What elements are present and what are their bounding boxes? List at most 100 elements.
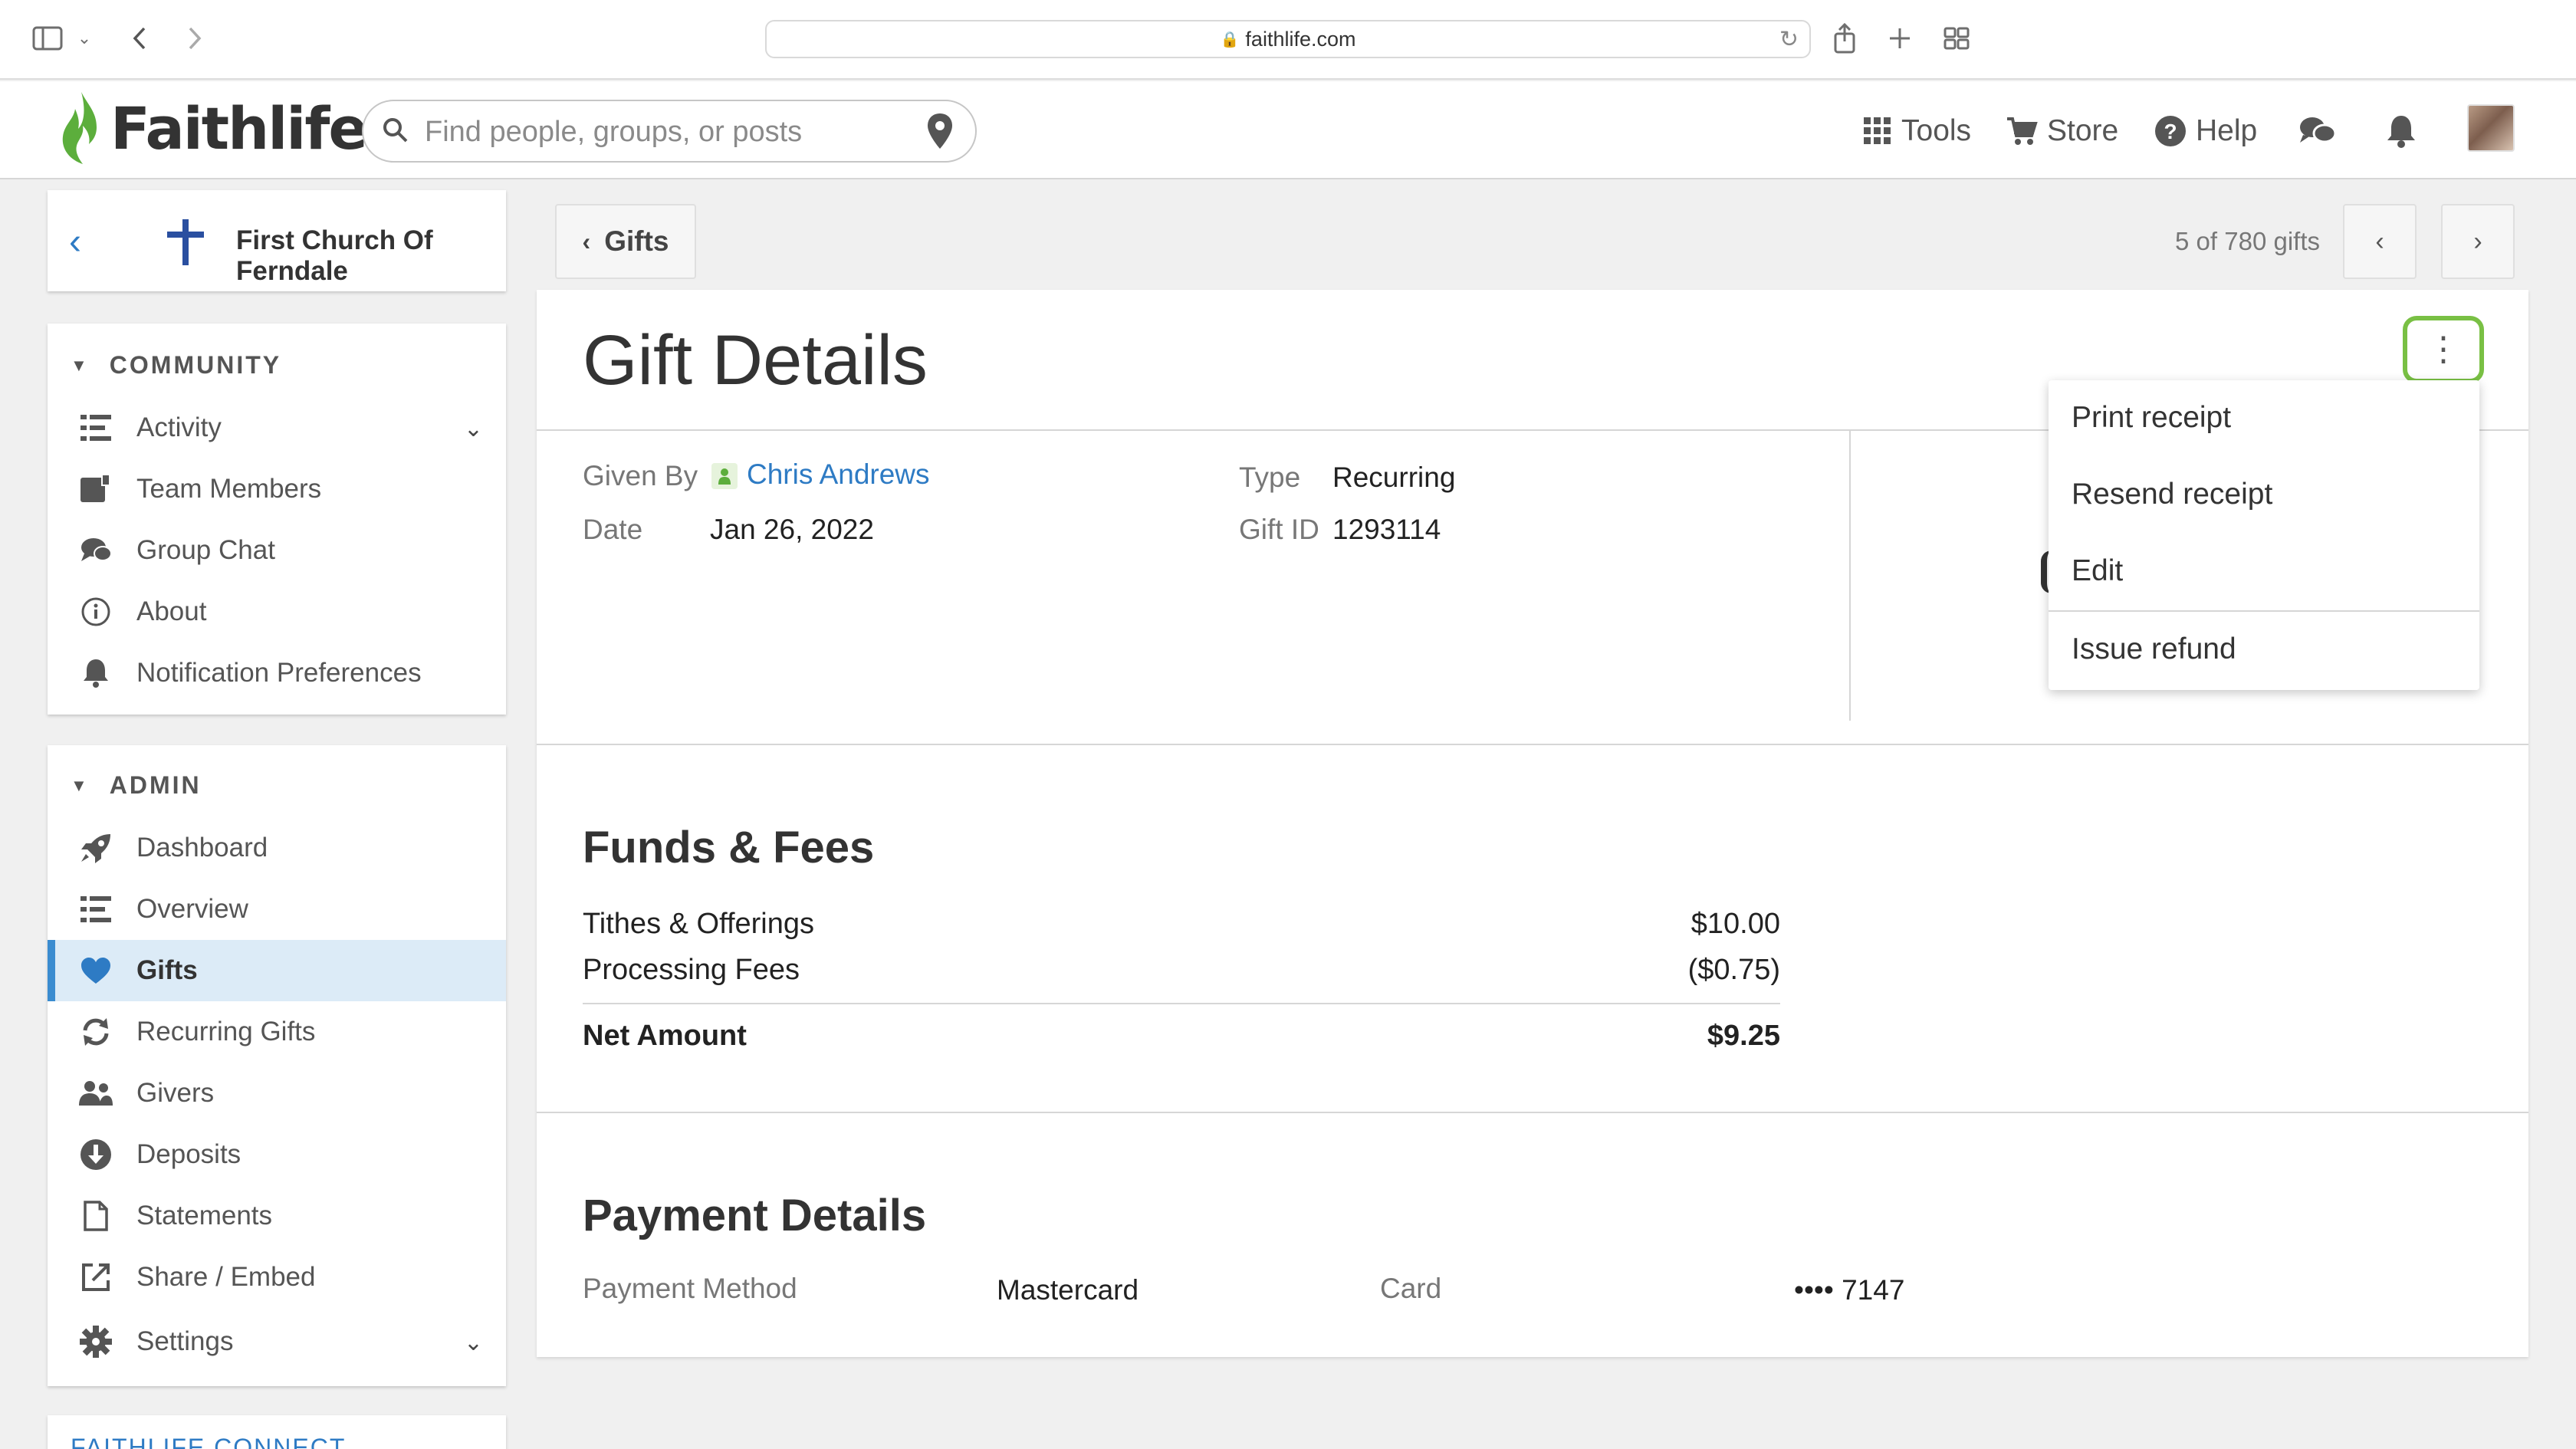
sidebar-item-team-members[interactable]: Team Members (48, 458, 506, 520)
divider (537, 1112, 2528, 1113)
admin-section: ▼ ADMIN Dashboard Overview Gifts Recurri… (48, 745, 506, 1386)
browser-toolbar: ⌄ 🔒 faithlife.com ↻ (0, 0, 2576, 80)
church-cross-icon (167, 219, 204, 265)
back-chevron-icon[interactable]: ‹ (69, 221, 81, 263)
external-link-icon (77, 1258, 115, 1296)
tools-menu[interactable]: Tools (1863, 104, 1971, 158)
given-by-label: Given By (583, 460, 698, 491)
menu-divider (2049, 610, 2479, 612)
tab-overview-icon[interactable] (1938, 20, 1975, 57)
group-header-card: ‹ First Church Of Ferndale (48, 190, 506, 291)
cart-icon (2007, 117, 2038, 145)
payment-details-title: Payment Details (583, 1191, 927, 1240)
help-icon: ? (2155, 116, 2186, 146)
sidebar-item-activity[interactable]: Activity ⌄ (48, 397, 506, 458)
location-pin-icon[interactable] (925, 112, 955, 152)
list-icon (77, 409, 115, 447)
menu-item-edit[interactable]: Edit (2049, 537, 2479, 606)
divider (583, 1003, 1780, 1004)
chevron-left-icon: ‹ (582, 227, 591, 255)
bell-icon (2387, 116, 2415, 148)
sidebar-item-share-embed[interactable]: Share / Embed (48, 1247, 506, 1308)
lock-icon: 🔒 (1220, 31, 1240, 48)
bell-icon (77, 654, 115, 692)
rocket-icon (77, 829, 115, 867)
sidebar-toggle-icon[interactable] (29, 20, 66, 57)
menu-item-print-receipt[interactable]: Print receipt (2049, 383, 2479, 452)
refresh-icon (77, 1013, 115, 1051)
grid-icon (1864, 117, 1891, 144)
sidebar-item-settings[interactable]: Settings ⌄ (48, 1311, 506, 1372)
users-icon (77, 1074, 115, 1112)
sidebar-item-gifts[interactable]: Gifts (48, 940, 506, 1001)
faithlife-logo[interactable]: Faithlife (58, 90, 368, 166)
sidebar-item-recurring-gifts[interactable]: Recurring Gifts (48, 1001, 506, 1063)
menu-item-issue-refund[interactable]: Issue refund (2049, 615, 2479, 684)
gift-type: Recurring (1332, 462, 1456, 493)
flame-icon (62, 92, 97, 164)
new-tab-icon[interactable] (1883, 20, 1917, 57)
sidebar-item-dashboard[interactable]: Dashboard (48, 817, 506, 879)
chat-icon (2300, 117, 2337, 143)
svg-text:?: ? (2164, 120, 2177, 143)
giver-link[interactable]: Chris Andrews (711, 458, 930, 491)
funds-fees-title: Funds & Fees (583, 823, 875, 872)
search-input[interactable] (425, 112, 869, 152)
chevron-down-icon[interactable]: ⌄ (464, 416, 483, 442)
gift-id: 1293114 (1332, 514, 1441, 545)
community-section: ▼ COMMUNITY Activity ⌄ Team Members Grou… (48, 324, 506, 715)
more-options-button[interactable]: ⋮ (2403, 316, 2484, 383)
reload-icon[interactable]: ↻ (1779, 26, 1799, 53)
chevron-down-icon[interactable]: ⌄ (464, 1329, 483, 1356)
date-label: Date (583, 514, 643, 545)
messages-button[interactable] (2298, 104, 2346, 158)
net-amount-row: Net Amount $9.25 (583, 1020, 1780, 1052)
forward-arrow-icon[interactable] (178, 20, 212, 57)
share-icon[interactable] (1828, 20, 1861, 57)
search-box[interactable] (362, 100, 977, 163)
heart-icon (77, 951, 115, 990)
brand-name: Faithlife (110, 94, 368, 163)
gift-actions-menu: Print receipt Resend receipt Edit Issue … (2049, 380, 2479, 690)
pager-text: 5 of 780 gifts (2175, 227, 2320, 255)
notifications-button[interactable] (2386, 104, 2426, 158)
gear-icon (77, 1322, 115, 1361)
previous-gift-button[interactable]: ‹ (2343, 204, 2417, 279)
church-name[interactable]: First Church Of Ferndale (236, 225, 506, 287)
community-heading[interactable]: ▼ COMMUNITY (71, 351, 281, 380)
sidebar-item-group-chat[interactable]: Group Chat (48, 520, 506, 581)
page-title: Gift Details (583, 321, 928, 399)
sidebar-item-deposits[interactable]: Deposits (48, 1124, 506, 1185)
admin-heading[interactable]: ▼ ADMIN (71, 771, 202, 800)
payment-method: Mastercard (997, 1274, 1139, 1306)
store-label: Store (2047, 114, 2119, 147)
chevron-right-icon: › (2473, 226, 2482, 256)
sidebar-item-overview[interactable]: Overview (48, 879, 506, 940)
help-link[interactable]: ? Help (2154, 104, 2257, 158)
chevron-down-icon[interactable]: ⌄ (74, 20, 95, 57)
tools-label: Tools (1901, 114, 1972, 147)
url-text: faithlife.com (1245, 27, 1356, 51)
sidebar-item-about[interactable]: About (48, 581, 506, 642)
sidebar-item-statements[interactable]: Statements (48, 1185, 506, 1247)
user-avatar[interactable] (2467, 104, 2515, 152)
sidebar-item-givers[interactable]: Givers (48, 1063, 506, 1124)
app-header: Faithlife Tools Store ? Help (0, 81, 2576, 179)
store-link[interactable]: Store (2006, 104, 2118, 158)
sidebar-item-notification-preferences[interactable]: Notification Preferences (48, 642, 506, 704)
gift-navigation-bar: ‹ Gifts 5 of 780 gifts ‹ › (537, 190, 2528, 291)
chat-bubble-icon (77, 531, 115, 570)
connect-section: FAITHLIFE CONNECT (48, 1415, 506, 1449)
address-bar[interactable]: 🔒 faithlife.com ↻ (765, 20, 1811, 58)
card-label: Card (1380, 1273, 1442, 1304)
vertical-ellipsis-icon: ⋮ (2426, 330, 2460, 368)
type-label: Type (1239, 462, 1301, 493)
next-gift-button[interactable]: › (2441, 204, 2515, 279)
menu-item-resend-receipt[interactable]: Resend receipt (2049, 460, 2479, 529)
back-to-gifts-button[interactable]: ‹ Gifts (555, 204, 696, 279)
collapse-triangle-icon: ▼ (71, 355, 90, 375)
payment-method-label: Payment Method (583, 1273, 797, 1304)
connect-heading[interactable]: FAITHLIFE CONNECT (71, 1434, 346, 1449)
back-arrow-icon[interactable] (123, 20, 156, 57)
help-label: Help (2196, 114, 2258, 147)
